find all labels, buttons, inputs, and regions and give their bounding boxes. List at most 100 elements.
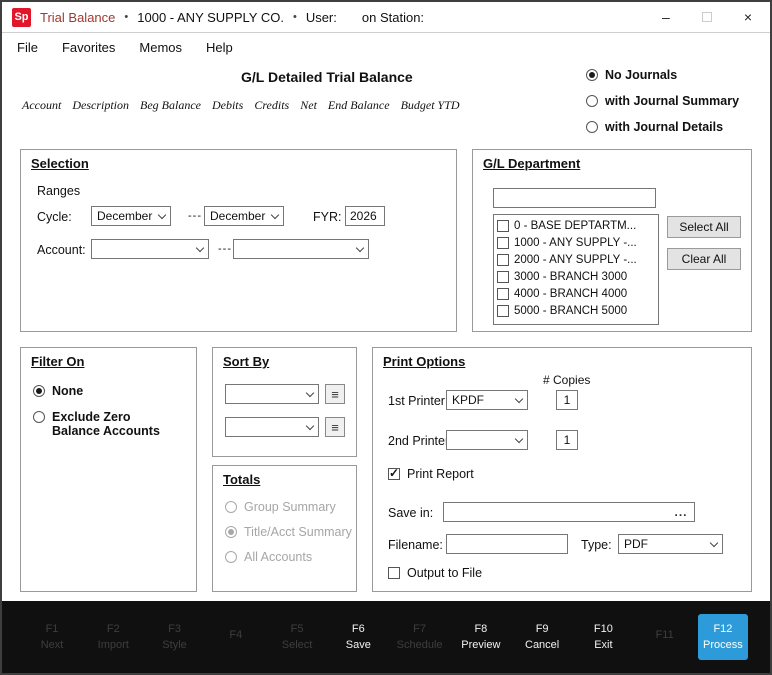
journal-option-with-details[interactable]: with Journal Details	[586, 120, 739, 134]
fn-key-f5: F5Select	[269, 623, 325, 651]
maximize-icon	[702, 12, 712, 22]
account-to-select[interactable]	[233, 239, 369, 259]
col-credits: Credits	[254, 98, 289, 113]
list-icon: ≡	[331, 420, 339, 435]
separator-bullet: •	[293, 11, 297, 23]
browse-button[interactable]: ...	[668, 505, 694, 519]
app-logo-icon: Sp	[12, 8, 31, 27]
print-options-groupbox: Print Options # Copies 1st Printer: KPDF…	[372, 347, 752, 592]
radio-icon	[586, 69, 598, 81]
fn-key-f8-preview[interactable]: F8Preview	[453, 623, 509, 651]
save-in-input[interactable]: ...	[443, 502, 695, 522]
account-from-select[interactable]	[91, 239, 209, 259]
radio-icon	[225, 551, 237, 563]
cycle-label: Cycle:	[37, 210, 72, 224]
chevron-down-icon	[352, 248, 368, 251]
department-item[interactable]: 4000 - BRANCH 4000	[494, 285, 658, 302]
menu-file[interactable]: File	[17, 40, 38, 55]
account-label: Account:	[37, 243, 86, 257]
output-to-file-checkbox[interactable]: Output to File	[388, 566, 482, 580]
fn-key-f3: F3Style	[147, 623, 203, 651]
journal-options-group: No Journals with Journal Summary with Jo…	[586, 68, 739, 134]
fn-key-f2: F2Import	[85, 623, 141, 651]
page-title: G/L Detailed Trial Balance	[241, 69, 413, 85]
printer1-select[interactable]: KPDF	[446, 390, 528, 410]
menu-memos[interactable]: Memos	[139, 40, 182, 55]
printer1-copies-input[interactable]	[556, 390, 578, 410]
sort-list-button-2[interactable]: ≡	[325, 417, 345, 437]
window-title: Trial Balance	[40, 10, 115, 25]
menu-bar: File Favorites Memos Help	[2, 34, 770, 61]
filename-input[interactable]	[446, 534, 568, 554]
print-report-checkbox[interactable]: Print Report	[388, 467, 474, 481]
clear-all-button[interactable]: Clear All	[667, 248, 741, 270]
trial-balance-window: Sp Trial Balance • 1000 - ANY SUPPLY CO.…	[0, 0, 772, 675]
department-filter-input[interactable]	[493, 188, 656, 208]
filter-option-exclude-zero[interactable]: Exclude Zero Balance Accounts	[33, 410, 183, 438]
filter-on-title: Filter On	[31, 354, 84, 369]
col-description: Description	[72, 98, 129, 113]
sort-list-button-1[interactable]: ≡	[325, 384, 345, 404]
radio-icon	[586, 95, 598, 107]
fn-key-f10-exit[interactable]: F10Exit	[575, 623, 631, 651]
sort-by-title: Sort By	[223, 354, 269, 369]
range-dash: ---	[218, 243, 232, 255]
totals-title: Totals	[223, 472, 260, 487]
checkbox-icon	[497, 254, 509, 266]
totals-option-group-summary: Group Summary	[225, 500, 336, 514]
printer1-label: 1st Printer:	[388, 394, 448, 408]
select-all-button[interactable]: Select All	[667, 216, 741, 238]
chevron-down-icon	[192, 248, 208, 251]
filename-label: Filename:	[388, 538, 443, 552]
minimize-icon[interactable]: –	[662, 10, 670, 24]
checkbox-icon	[497, 288, 509, 300]
journal-option-no-journals[interactable]: No Journals	[586, 68, 739, 82]
fyr-label: FYR:	[313, 210, 341, 224]
menu-help[interactable]: Help	[206, 40, 233, 55]
fn-key-f9-cancel[interactable]: F9Cancel	[514, 623, 570, 651]
cycle-to-select[interactable]: December	[204, 206, 284, 226]
chevron-down-icon	[511, 439, 527, 442]
department-item[interactable]: 2000 - ANY SUPPLY -...	[494, 251, 658, 268]
radio-icon	[586, 121, 598, 133]
title-bar: Sp Trial Balance • 1000 - ANY SUPPLY CO.…	[2, 2, 770, 33]
sort-by-select-1[interactable]	[225, 384, 319, 404]
department-item[interactable]: 1000 - ANY SUPPLY -...	[494, 234, 658, 251]
selection-title: Selection	[31, 156, 89, 171]
ranges-label: Ranges	[37, 184, 80, 198]
totals-option-title-acct-summary: Title/Acct Summary	[225, 525, 352, 539]
filter-option-none[interactable]: None	[33, 384, 83, 398]
col-account: Account	[22, 98, 61, 113]
user-label: User:	[306, 10, 337, 25]
close-icon[interactable]: ×	[744, 10, 752, 24]
department-item[interactable]: 5000 - BRANCH 5000	[494, 302, 658, 319]
cycle-from-select[interactable]: December	[91, 206, 171, 226]
department-item[interactable]: 3000 - BRANCH 3000	[494, 268, 658, 285]
chevron-down-icon	[511, 399, 527, 402]
radio-icon	[33, 385, 45, 397]
totals-option-all-accounts: All Accounts	[225, 550, 312, 564]
list-icon: ≡	[331, 387, 339, 402]
column-headers: Account Description Beg Balance Debits C…	[22, 98, 460, 113]
checkbox-icon	[388, 567, 400, 579]
chevron-down-icon	[706, 543, 722, 546]
radio-icon	[33, 411, 45, 423]
fn-key-f12-process[interactable]: F12Process	[698, 614, 748, 660]
type-label: Type:	[581, 538, 612, 552]
printer2-copies-input[interactable]	[556, 430, 578, 450]
fn-key-f6-save[interactable]: F6Save	[330, 623, 386, 651]
sort-by-select-2[interactable]	[225, 417, 319, 437]
journal-option-with-summary[interactable]: with Journal Summary	[586, 94, 739, 108]
save-in-label: Save in:	[388, 506, 433, 520]
checkbox-icon	[497, 305, 509, 317]
type-select[interactable]: PDF	[618, 534, 723, 554]
printer2-label: 2nd Printer:	[388, 434, 453, 448]
printer2-select[interactable]	[446, 430, 528, 450]
department-item[interactable]: 0 - BASE DEPTARTM...	[494, 217, 658, 234]
menu-favorites[interactable]: Favorites	[62, 40, 115, 55]
fyr-input[interactable]	[345, 206, 385, 226]
col-beg-balance: Beg Balance	[140, 98, 201, 113]
chevron-down-icon	[302, 426, 318, 429]
gl-department-groupbox: G/L Department 0 - BASE DEPTARTM... 1000…	[472, 149, 752, 332]
fn-key-f11: F11	[637, 629, 693, 645]
